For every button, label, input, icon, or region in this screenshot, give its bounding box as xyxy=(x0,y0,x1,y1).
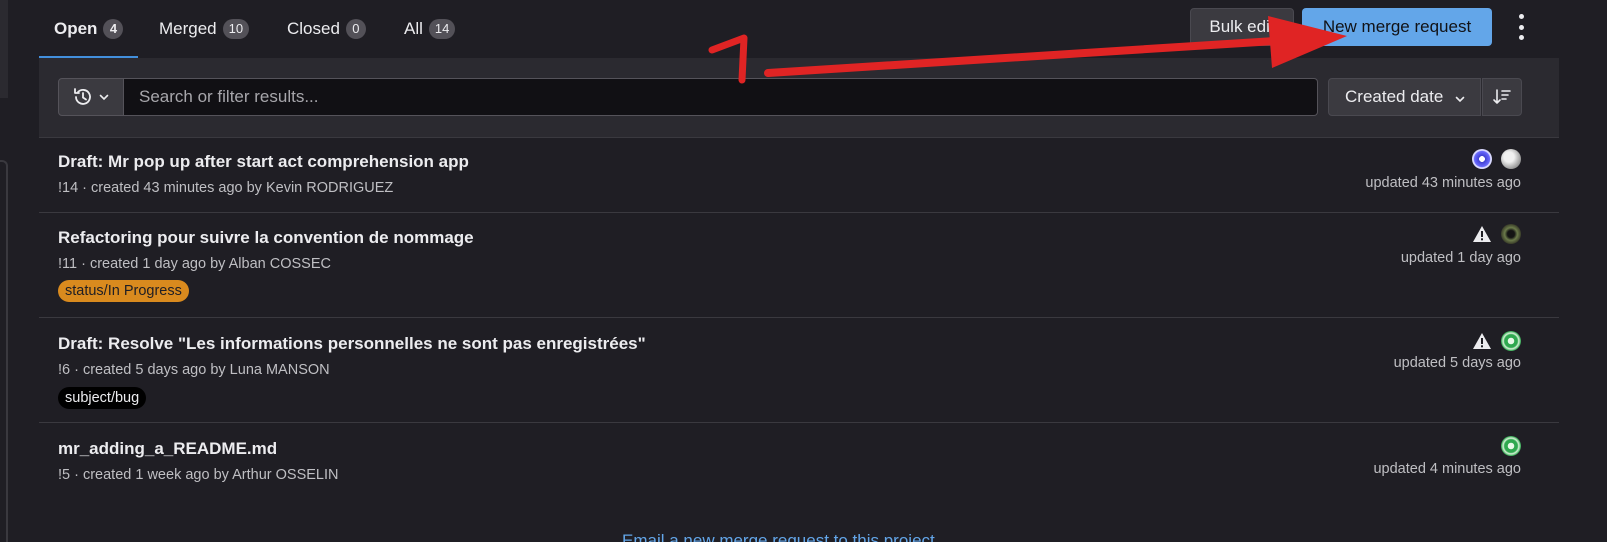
filter-bar: Created date xyxy=(39,58,1559,138)
mr-status-icons xyxy=(1472,224,1521,244)
list-item: Draft: Mr pop up after start act compreh… xyxy=(39,138,1559,213)
tab-open-count: 4 xyxy=(103,19,124,39)
sort-direction-button[interactable] xyxy=(1482,78,1522,116)
recent-searches-button[interactable] xyxy=(58,78,124,116)
mr-title-link[interactable]: mr_adding_a_README.md xyxy=(58,439,277,459)
sort-descending-icon xyxy=(1493,89,1511,104)
mr-updated-time: updated 5 days ago xyxy=(1393,355,1521,371)
tab-merged[interactable]: Merged 10 xyxy=(159,0,250,58)
list-item: mr_adding_a_README.md !5 · created 1 wee… xyxy=(39,423,1559,503)
tab-merged-count: 10 xyxy=(222,19,250,39)
search-input[interactable] xyxy=(124,78,1318,116)
warning-icon xyxy=(1473,226,1491,242)
tab-closed-count: 0 xyxy=(345,19,366,39)
status-label-bug[interactable]: subject/bug xyxy=(58,387,147,409)
mr-title-link[interactable]: Draft: Resolve "Les informations personn… xyxy=(58,334,646,354)
sort-dropdown[interactable]: Created date xyxy=(1328,78,1481,116)
tab-closed-label: Closed xyxy=(287,19,340,38)
bulk-edit-button[interactable]: Bulk edit xyxy=(1190,8,1294,46)
list-item: Draft: Resolve "Les informations personn… xyxy=(39,318,1559,423)
mr-updated-time: updated 4 minutes ago xyxy=(1373,461,1521,477)
mr-meta: !11 · created 1 day ago by Alban COSSEC xyxy=(58,256,331,272)
mr-status-icons xyxy=(1472,331,1521,351)
chevron-down-icon xyxy=(1455,96,1465,103)
mr-updated-time: updated 43 minutes ago xyxy=(1365,175,1521,191)
more-actions-icon[interactable] xyxy=(1514,14,1528,40)
mr-status-icons xyxy=(1501,436,1521,456)
tab-merged-label: Merged xyxy=(159,19,217,38)
tab-open-label: Open xyxy=(54,19,98,38)
history-icon xyxy=(74,88,91,105)
mr-title-link[interactable]: Draft: Mr pop up after start act compreh… xyxy=(58,152,469,172)
merge-requests-page: Open 4 Merged 10 Closed 0 All 14 Bulk ed… xyxy=(38,0,1559,542)
tab-all-count: 14 xyxy=(428,19,456,39)
mr-state-tabs: Open 4 Merged 10 Closed 0 All 14 Bulk ed… xyxy=(38,0,1559,58)
chevron-down-icon xyxy=(99,94,109,101)
list-item: Refactoring pour suivre la convention de… xyxy=(39,213,1559,318)
avatar[interactable] xyxy=(1501,224,1521,244)
left-gutter xyxy=(0,0,8,542)
sort-dropdown-label: Created date xyxy=(1345,87,1444,106)
tab-all-label: All xyxy=(404,19,423,38)
avatar[interactable] xyxy=(1472,149,1492,169)
mr-meta: !5 · created 1 week ago by Arthur OSSELI… xyxy=(58,467,339,483)
avatar[interactable] xyxy=(1501,149,1521,169)
tab-open[interactable]: Open 4 xyxy=(38,0,140,58)
warning-icon xyxy=(1473,333,1491,349)
new-merge-request-button[interactable]: New merge request xyxy=(1302,8,1492,46)
gutter-edge xyxy=(0,160,8,542)
mr-meta: !6 · created 5 days ago by Luna MANSON xyxy=(58,362,330,378)
merge-request-list: Draft: Mr pop up after start act compreh… xyxy=(39,138,1559,503)
tab-all[interactable]: All 14 xyxy=(404,0,456,58)
email-new-mr-link[interactable]: Email a new merge request to this projec… xyxy=(622,531,935,542)
status-label-in-progress[interactable]: status/In Progress xyxy=(58,280,189,302)
tab-closed[interactable]: Closed 0 xyxy=(287,0,366,58)
mr-title-link[interactable]: Refactoring pour suivre la convention de… xyxy=(58,228,474,248)
avatar[interactable] xyxy=(1501,331,1521,351)
mr-status-icons xyxy=(1472,149,1521,169)
mr-meta: !14 · created 43 minutes ago by Kevin RO… xyxy=(58,180,394,196)
avatar[interactable] xyxy=(1501,436,1521,456)
mr-updated-time: updated 1 day ago xyxy=(1400,250,1521,266)
gutter-strip xyxy=(0,0,8,98)
